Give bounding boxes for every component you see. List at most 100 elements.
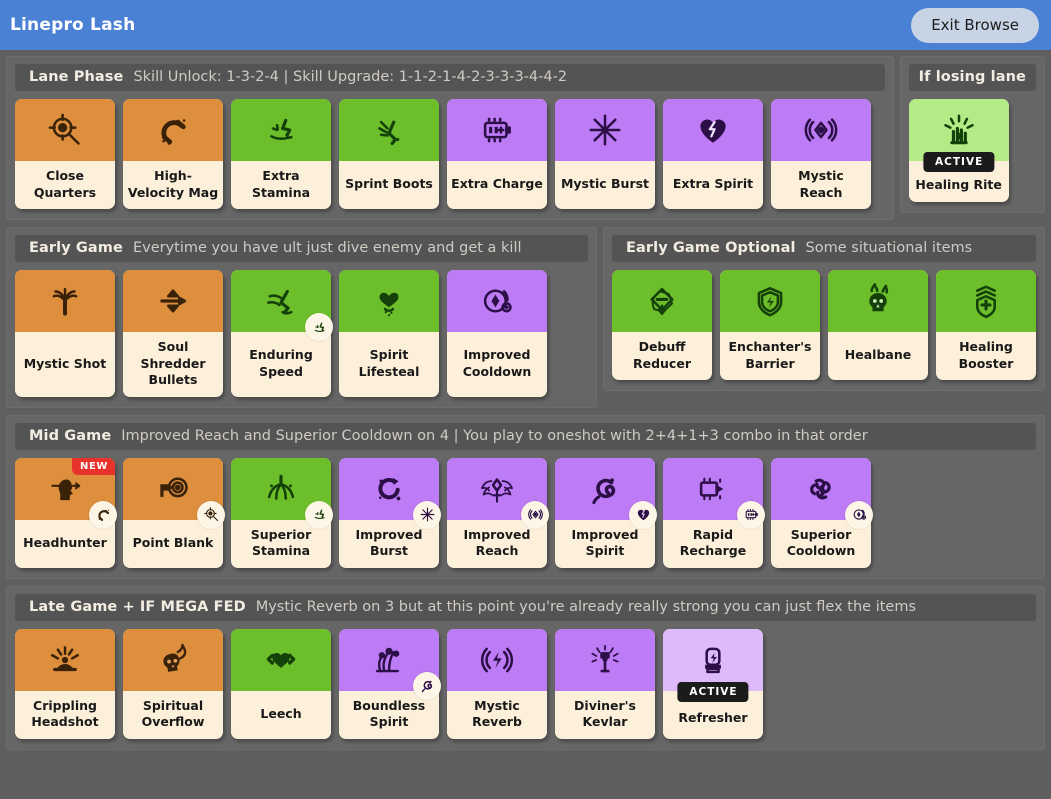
item-icon-area: ACTIVE [908,99,1009,172]
item-icon-area [339,99,439,161]
healing-hand-icon [940,111,978,149]
item-card[interactable]: Improved Cooldown [447,270,547,397]
panel-header: Late Game + IF MEGA FED Mystic Reverb on … [15,593,1036,621]
item-icon-area [771,99,871,161]
active-tag: ACTIVE [677,681,749,702]
item-name: Extra Charge [451,176,543,192]
magnet-bullet-icon [154,111,192,149]
shield-cross-up-icon [967,282,1005,320]
item-icon-area [720,270,820,332]
panel-title: Mid Game [29,427,112,444]
item-card[interactable]: High-Velocity Mag [123,99,223,209]
meditating-figure-icon [46,641,84,679]
cooldown-cycle-icon [478,282,516,320]
item-card[interactable]: Superior Stamina [231,457,333,568]
item-card[interactable]: ACTIVE Refresher [663,628,763,739]
row-early: Early Game Everytime you have ult just di… [6,227,1045,408]
item-card[interactable]: Sprint Boots [339,99,439,209]
flaming-skull-icon [154,641,192,679]
panel-header: Early Game Everytime you have ult just di… [15,235,588,262]
tangled-swirls-icon [802,470,840,508]
item-icon-area [231,270,333,341]
item-card[interactable]: Healbane [828,270,928,380]
boot-sparkle-icon [311,319,328,336]
double-arrow-bullet-icon [154,282,192,320]
item-name: Soul Shredder Bullets [140,339,206,387]
item-card[interactable]: Enduring Speed [231,270,333,397]
head-arrow-icon [46,470,84,508]
item-icon-area [447,628,547,691]
burning-skull-icon [859,282,897,320]
scope-target-icon [46,111,84,149]
item-card[interactable]: Enchanter's Barrier [720,270,820,380]
item-card[interactable]: Extra Spirit [663,99,763,209]
exit-browse-button[interactable]: Exit Browse [911,7,1039,43]
upgrade-badge-scope-target-icon [197,500,225,529]
item-name: Debuff Reducer [632,339,691,371]
panel-lane-phase: Lane Phase Skill Unlock: 1-3-2-4 | Skill … [6,56,894,220]
item-icon-area [339,628,441,700]
item-card[interactable]: Mystic Burst [555,99,655,209]
item-card[interactable]: Improved Burst [339,457,441,568]
item-name: Leech [260,705,302,721]
scope-target-icon [203,506,220,523]
item-card[interactable]: Soul Shredder Bullets [123,270,223,397]
item-card[interactable]: Close Quarters [15,99,115,209]
radiant-lamp-icon [586,641,624,679]
panel-subtitle: Some situational items [805,240,973,256]
radiating-diamond-icon [527,506,544,523]
item-card[interactable]: Superior Cooldown [771,457,873,568]
canister-bolt-icon [694,641,732,679]
item-icon-area: NEW [15,457,117,529]
item-card[interactable]: Mystic Shot [15,270,115,397]
arrow-splash-icon [46,282,84,320]
item-icon-area [339,457,441,529]
item-name: Mystic Reach [798,168,844,200]
item-icon-area [612,270,712,332]
item-card[interactable]: Extra Stamina [231,99,331,209]
item-card[interactable]: Diviner's Kevlar [555,628,655,739]
item-icon-area [231,628,331,691]
item-icon-area: ACTIVE [663,628,763,702]
item-card[interactable]: Improved Reach [447,457,549,568]
item-card[interactable]: Spiritual Overflow [123,628,223,739]
item-card[interactable]: Rapid Recharge [663,457,765,568]
starburst-icon [586,111,624,149]
item-name: Improved Cooldown [462,347,532,379]
item-name: Mystic Burst [560,176,650,192]
item-name: Enduring Speed [249,347,313,379]
item-name: Diviner's Kevlar [574,697,636,730]
item-card[interactable]: NEW Headhunter [15,457,117,568]
item-card[interactable]: Mystic Reach [771,99,871,209]
item-icon-area [663,99,763,161]
battery-plus-icon [743,506,760,523]
heart-hourglass-icon [370,282,408,320]
radiating-bolt-icon [478,641,516,679]
item-name: Crippling Headshot [31,697,99,730]
row-late: Late Game + IF MEGA FED Mystic Reverb on … [6,585,1045,750]
item-name: Healing Booster [958,339,1014,371]
item-name: Mystic Reverb [472,697,522,730]
boot-stars-icon [262,470,300,508]
item-list: ACTIVE Healing Rite [908,99,1036,202]
item-card[interactable]: Point Blank [123,457,225,568]
item-card[interactable]: Boundless Spirit [339,628,441,739]
item-icon-area [828,270,928,332]
item-card[interactable]: Spirit Lifesteal [339,270,439,397]
item-card[interactable]: Healing Booster [936,270,1036,380]
item-card[interactable]: ACTIVE Healing Rite [908,99,1009,202]
item-card[interactable]: Mystic Reverb [447,628,547,739]
item-card[interactable]: Debuff Reducer [612,270,712,380]
boot-sparkle-icon [311,506,328,523]
item-card[interactable]: Extra Charge [447,99,547,209]
panel-title: Early Game [29,240,123,256]
item-card[interactable]: Improved Spirit [555,457,657,568]
upgrade-badge-starburst-icon [413,500,441,529]
item-card[interactable]: Leech [231,628,331,739]
panel-if-losing-lane: If losing lane ACTIVE Healing Rite [899,56,1045,213]
shield-bolt-icon [751,282,789,320]
boot-sparkle-icon [262,111,300,149]
item-card[interactable]: Crippling Headshot [15,628,115,739]
item-name: Close Quarters [33,168,97,200]
item-icon-area [771,457,873,529]
